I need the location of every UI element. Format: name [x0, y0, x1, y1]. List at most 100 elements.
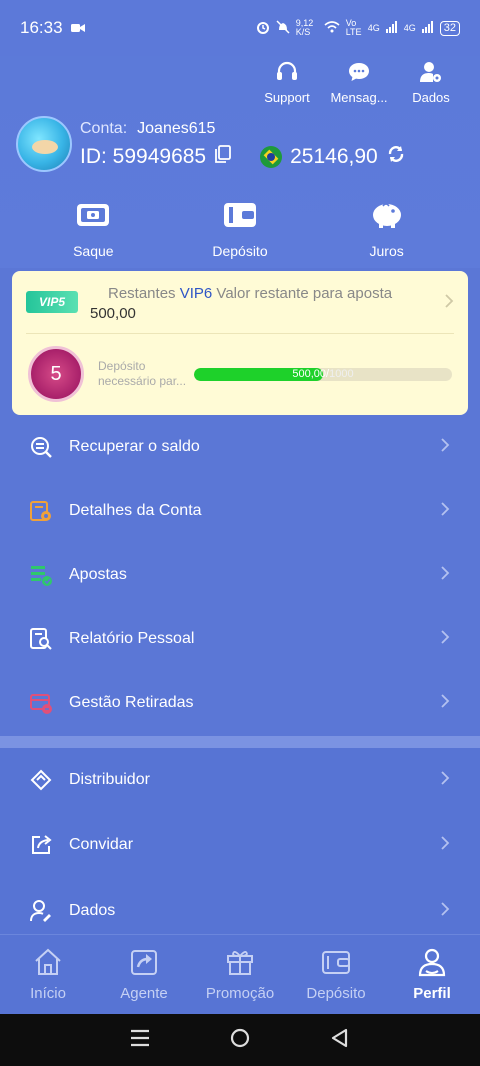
nav-label: Depósito: [306, 985, 366, 1002]
valor-label: Valor restante para aposta: [216, 285, 393, 302]
menu-apostas[interactable]: Apostas: [0, 543, 480, 607]
recent-apps-icon[interactable]: [130, 1029, 150, 1052]
deposito-quick-label: Depósito: [212, 243, 268, 259]
chevron-right-icon: [440, 629, 450, 650]
progress-current: 500,00: [292, 368, 327, 380]
menu-gestao-retiradas[interactable]: Gestão Retiradas: [0, 671, 480, 735]
balance: 25146,90: [290, 145, 378, 168]
menu-recuperar-saldo[interactable]: Recuperar o saldo: [0, 415, 480, 479]
vip-requirement: Depósito necessário par...: [98, 359, 194, 389]
nav-inicio[interactable]: Início: [0, 947, 96, 1002]
saque-button[interactable]: Saque: [38, 200, 148, 259]
gift-icon: [225, 947, 255, 981]
account-details-icon: [28, 498, 54, 524]
volte-label: Vo LTE: [345, 18, 362, 37]
profile-info: Conta: Joanes615 ID: 59949685 25146,90: [16, 116, 406, 172]
menu-label: Convidar: [69, 836, 134, 853]
home-icon: [33, 947, 63, 981]
nav-perfil[interactable]: Perfil: [384, 947, 480, 1002]
wallet-icon: [321, 947, 351, 981]
dados-top-button[interactable]: Dados: [402, 60, 460, 105]
restantes-label: Restantes: [108, 285, 176, 302]
support-label: Support: [264, 90, 310, 105]
menu-label: Relatório Pessoal: [69, 630, 195, 647]
withdrawals-icon: [28, 690, 54, 716]
vip-card[interactable]: VIP5 Restantes VIP6 Valor restante para …: [12, 271, 468, 415]
video-record-icon: [70, 18, 85, 38]
message-icon: [347, 60, 371, 87]
juros-label: Juros: [369, 243, 404, 259]
nav-promocao[interactable]: Promoção: [192, 947, 288, 1002]
menu-label: Apostas: [69, 566, 127, 583]
vip-top: VIP5 Restantes VIP6 Valor restante para …: [26, 283, 454, 333]
menu-detalhes-conta[interactable]: Detalhes da Conta: [0, 479, 480, 543]
user-settings-icon: [419, 60, 443, 87]
dados-top-label: Dados: [412, 90, 450, 105]
signal-icon-2: [421, 20, 434, 36]
username: Joanes615: [137, 120, 216, 137]
req-line1: Depósito: [98, 359, 146, 373]
withdraw-icon: [75, 200, 111, 233]
menu-convidar[interactable]: Convidar: [0, 812, 480, 878]
bets-icon: [28, 562, 54, 588]
recover-balance-icon: [28, 434, 54, 460]
chevron-right-icon: [440, 835, 450, 856]
vip-badge: VIP5: [26, 291, 78, 313]
saque-label: Saque: [73, 243, 114, 259]
wifi-icon: [324, 20, 340, 36]
mute-icon: [276, 19, 290, 37]
report-icon: [28, 626, 54, 652]
menu-relatorio-pessoal[interactable]: Relatório Pessoal: [0, 607, 480, 671]
profile-icon: [417, 947, 447, 981]
nav-label: Início: [30, 985, 66, 1002]
nav-deposito[interactable]: Depósito: [288, 947, 384, 1002]
req-line2: necessário par...: [98, 374, 187, 388]
progress-max: 1000: [329, 368, 354, 380]
headset-icon: [275, 60, 299, 87]
menu-label: Gestão Retiradas: [69, 694, 194, 711]
user-id: ID: 59949685: [80, 145, 207, 168]
progress-text: 500,00/1000: [292, 368, 354, 380]
top-actions: Support Mensag... Dados: [258, 60, 460, 105]
piggy-bank-icon: [369, 200, 405, 233]
support-button[interactable]: Support: [258, 60, 316, 105]
wallet-icon: [222, 200, 258, 233]
back-icon[interactable]: [330, 1028, 350, 1053]
deposito-quick-button[interactable]: Depósito: [185, 200, 295, 259]
vip-progress-bar: 500,00/1000: [194, 368, 452, 381]
chevron-right-icon: [444, 293, 454, 314]
alarm-icon: [256, 20, 270, 37]
chevron-right-icon: [440, 501, 450, 522]
chevron-right-icon: [440, 437, 450, 458]
nav-label: Perfil: [413, 985, 451, 1002]
chevron-right-icon: [440, 770, 450, 791]
chevron-right-icon: [440, 901, 450, 922]
menu-secondary: Distribuidor Convidar Dados: [0, 748, 480, 944]
conta-label: Conta:: [80, 120, 128, 137]
home-circle-icon[interactable]: [229, 1027, 251, 1054]
invite-icon: [28, 832, 54, 858]
refresh-icon[interactable]: [386, 144, 406, 170]
signal-4g-label-2: 4G: [403, 23, 416, 33]
next-level: VIP6: [179, 285, 213, 302]
messages-label: Mensag...: [330, 90, 388, 105]
chevron-right-icon: [440, 565, 450, 586]
signal-4g-label: 4G: [367, 23, 380, 33]
battery-icon: 32: [439, 20, 460, 36]
account-line: Conta: Joanes615: [80, 120, 406, 138]
nav-label: Promoção: [205, 985, 275, 1002]
menu-label: Detalhes da Conta: [69, 502, 202, 519]
copy-icon[interactable]: [214, 145, 232, 169]
vip-medal: 5: [28, 346, 84, 402]
nav-agente[interactable]: Agente: [96, 947, 192, 1002]
menu-distribuidor[interactable]: Distribuidor: [0, 748, 480, 812]
net-speed: 9,12 K/S: [295, 18, 314, 37]
vip-remaining: 500,00: [90, 305, 136, 322]
chevron-right-icon: [440, 693, 450, 714]
messages-button[interactable]: Mensag...: [330, 60, 388, 105]
menu-label: Recuperar o saldo: [69, 438, 200, 455]
brazil-flag-icon: [260, 146, 283, 168]
avatar[interactable]: [16, 116, 72, 172]
juros-button[interactable]: Juros: [332, 200, 442, 259]
signal-icon: [385, 20, 398, 36]
